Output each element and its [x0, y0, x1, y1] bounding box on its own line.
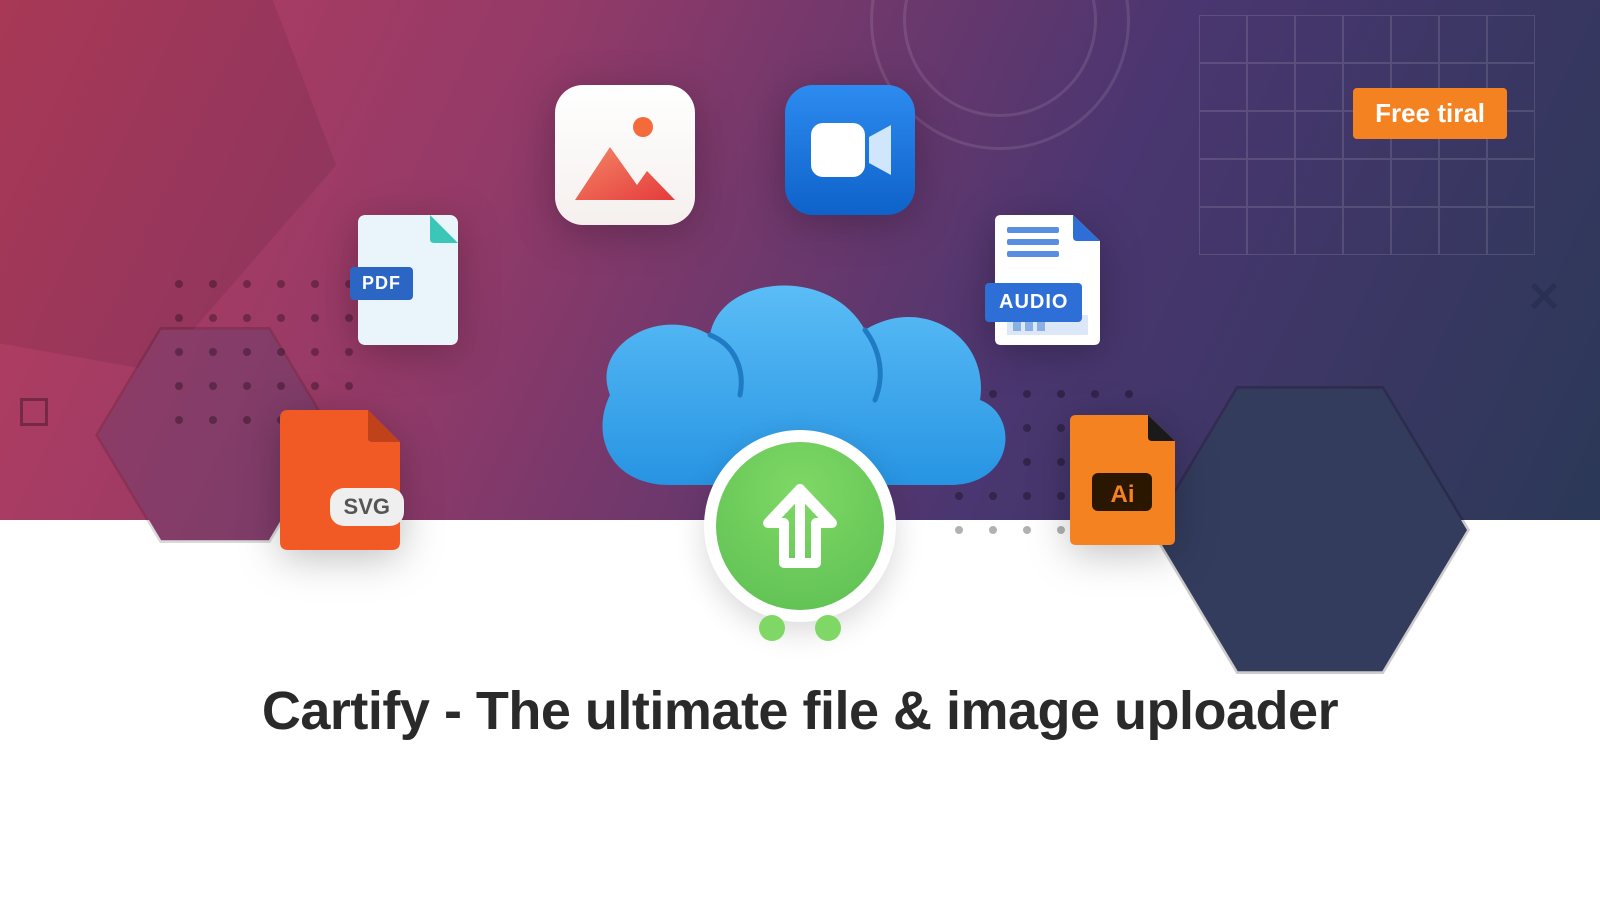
decoration-square	[20, 398, 48, 426]
video-file-icon	[785, 85, 915, 215]
image-file-icon	[555, 85, 695, 225]
pdf-file-icon: PDF	[358, 215, 458, 345]
pdf-label: PDF	[350, 267, 413, 300]
arrow-up-icon	[760, 481, 840, 571]
upload-button[interactable]	[704, 430, 896, 622]
decoration-dots	[175, 280, 357, 428]
upload-dots-icon	[759, 615, 841, 641]
svg-file-icon: SVG	[280, 410, 400, 550]
ai-label: Ai	[1070, 481, 1175, 509]
svg-label: SVG	[330, 488, 404, 526]
ai-file-icon: Ai	[1070, 415, 1175, 545]
page-headline: Cartify - The ultimate file & image uplo…	[0, 680, 1600, 742]
decoration-cross	[1528, 280, 1560, 312]
decoration-hexagon-outline	[1150, 370, 1470, 690]
free-trial-button[interactable]: Free tiral	[1353, 88, 1507, 139]
